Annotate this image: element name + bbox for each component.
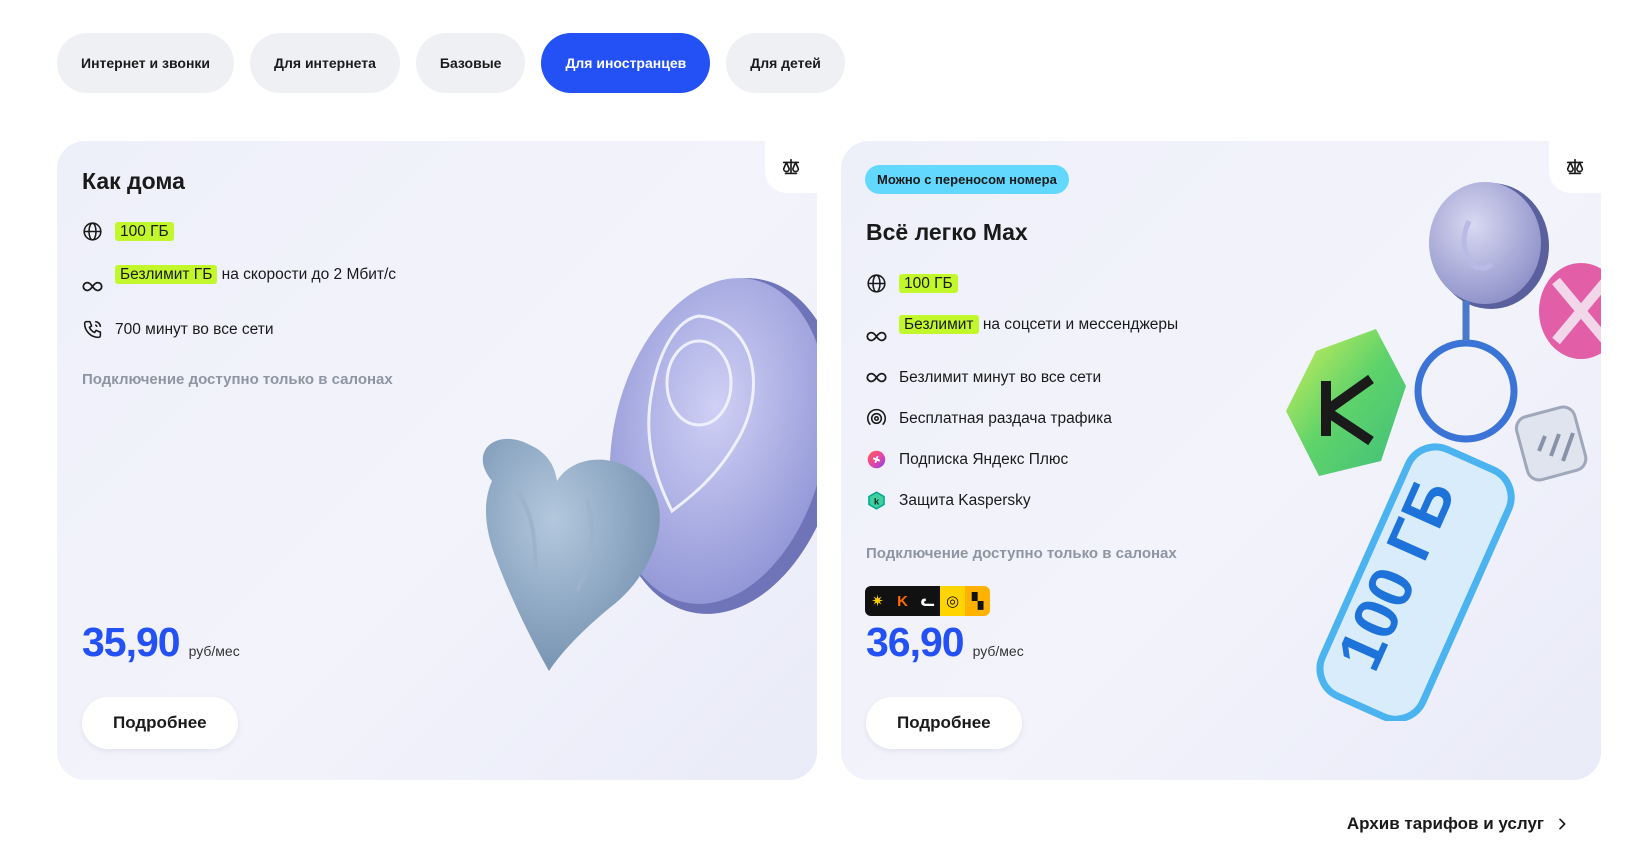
price-block: 36,90 руб/мес [866,619,1024,666]
tariff-title: Как дома [82,168,185,194]
scales-icon [1566,158,1584,175]
feature-text: Бесплатная раздача трафика [899,410,1112,427]
feature-highlight: Безлимит ГБ [115,265,218,284]
svg-text:k: k [873,496,879,507]
tab-for-kids[interactable]: Для детей [726,33,845,93]
feature-item: 100 ГБ [865,271,1195,296]
chevron-right-icon [1559,818,1566,830]
details-button[interactable]: Подробнее [866,697,1022,749]
details-button[interactable]: Подробнее [82,697,238,749]
infinity-icon [865,324,887,349]
archive-link[interactable]: Архив тарифов и услуг [1347,814,1570,834]
price-unit: руб/мес [972,643,1024,659]
scales-icon [782,158,800,175]
feature-item: 700 минут во все сети [81,317,411,342]
app-icon: ✷ [865,586,890,616]
tab-for-internet[interactable]: Для интернета [250,33,400,93]
yandex-plus-icon [865,447,887,472]
broadcast-icon [865,406,887,431]
feature-text: Безлимит минут во все сети [899,369,1102,386]
app-icon: ᓚ [915,586,940,616]
infinity-icon [865,365,887,390]
feature-item: Безлимит ГБ на скорости до 2 Мбит/с [81,262,411,299]
infinity-icon [81,274,103,299]
price-unit: руб/мес [188,643,240,659]
svg-text:100 ГБ: 100 ГБ [1325,469,1470,680]
tab-basic[interactable]: Базовые [415,33,526,93]
app-icon: ▚ [965,586,990,616]
feature-text: 700 минут во все сети [115,321,274,338]
feature-item: 100 ГБ [81,219,411,244]
feature-item: Подписка Яндекс Плюс [865,447,1195,472]
compare-button[interactable] [765,141,817,193]
feature-highlight: 100 ГБ [899,274,958,293]
illustration-keychain: 100 ГБ [1286,182,1601,721]
number-transfer-badge: Можно с переносом номера [865,165,1069,194]
kaspersky-icon: k [865,488,887,513]
tariff-card-vse-legko-max: 100 ГБ Можно с переносом номера Всё легк… [841,141,1601,780]
globe-icon [865,271,887,296]
feature-item: Бесплатная раздача трафика [865,406,1195,431]
tariff-title: Всё легко Max [866,219,1028,245]
price-block: 35,90 руб/мес [82,619,240,666]
availability-note: Подключение доступно только в салонах [82,371,393,388]
feature-text: на соцсети и мессенджеры [978,316,1179,333]
feature-item: k Защита Kaspersky [865,488,1195,513]
app-icon: ◎ [940,586,965,616]
availability-note: Подключение доступно только в салонах [866,545,1177,562]
tariff-card-kak-doma: Как дома 100 ГБ Безлимит ГБ на скорости … [57,141,817,780]
feature-highlight: Безлимит [899,315,979,334]
price-amount: 36,90 [866,619,965,665]
feature-text: Защита Kaspersky [899,492,1031,509]
partner-app-icons: ✷ K ᓚ ◎ ▚ [865,586,990,616]
illustration-disc-heart [482,278,817,671]
tab-internet-and-calls[interactable]: Интернет и звонки [57,33,235,93]
phone-call-icon [81,317,103,342]
tariff-category-tabs: Интернет и звонки Для интернета Базовые … [57,33,845,93]
feature-highlight: 100 ГБ [115,222,174,241]
feature-list: 100 ГБ Безлимит ГБ на скорости до 2 Мбит… [81,219,411,360]
price-amount: 35,90 [82,619,181,665]
tab-for-foreigners[interactable]: Для иностранцев [541,33,711,93]
feature-item: Безлимит на соцсети и мессенджеры [865,312,1195,349]
feature-item: Безлимит минут во все сети [865,365,1195,390]
feature-list: 100 ГБ Безлимит на соцсети и мессенджеры… [865,271,1195,529]
app-icon: K [890,586,915,616]
globe-icon [81,219,103,244]
compare-button[interactable] [1549,141,1601,193]
archive-link-label: Архив тарифов и услуг [1346,814,1544,833]
feature-text: Подписка Яндекс Плюс [899,451,1069,468]
feature-text: на скорости до 2 Мбит/с [217,266,397,283]
